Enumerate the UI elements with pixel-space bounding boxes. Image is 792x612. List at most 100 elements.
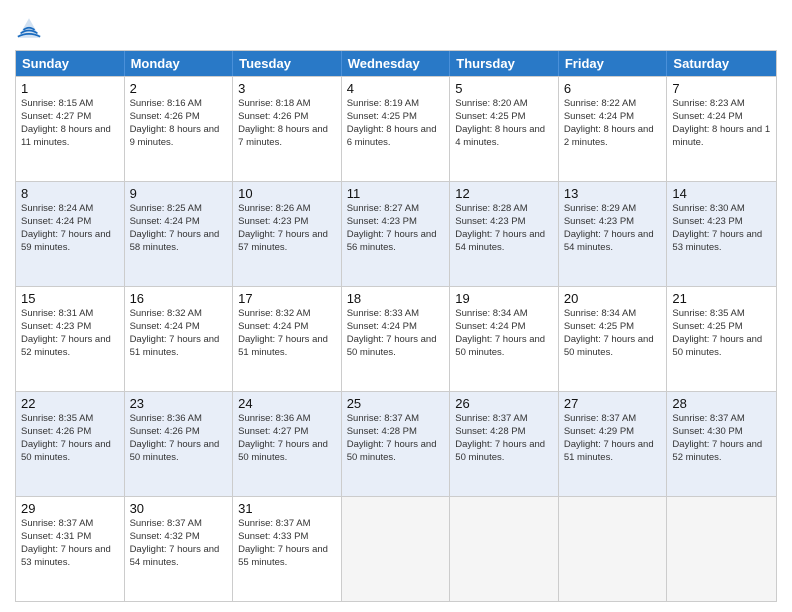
calendar-header: SundayMondayTuesdayWednesdayThursdayFrid… [16, 51, 776, 76]
daylight-label: Daylight: 7 hours and 50 minutes. [130, 439, 220, 463]
daylight-label: Daylight: 7 hours and 53 minutes. [21, 544, 111, 568]
sunrise-label: Sunrise: 8:30 AM [672, 203, 744, 214]
day-number: 29 [21, 500, 119, 518]
day-cell-23: 23Sunrise: 8:36 AM Sunset: 4:26 PM Dayligh… [125, 392, 234, 496]
sunset-label: Sunset: 4:24 PM [21, 216, 91, 227]
sunrise-label: Sunrise: 8:19 AM [347, 98, 419, 109]
day-number: 27 [564, 395, 662, 413]
day-number: 16 [130, 290, 228, 308]
header-day-friday: Friday [559, 51, 668, 76]
sunrise-label: Sunrise: 8:29 AM [564, 203, 636, 214]
daylight-label: Daylight: 8 hours and 6 minutes. [347, 124, 437, 148]
sunrise-label: Sunrise: 8:37 AM [238, 518, 310, 529]
sunset-label: Sunset: 4:24 PM [238, 321, 308, 332]
day-cell-27: 27Sunrise: 8:37 AMSunset: 4:29 PMDayligh… [559, 392, 668, 496]
day-number: 21 [672, 290, 771, 308]
calendar-week-1: 1Sunrise: 8:15 AMSunset: 4:27 PMDaylight… [16, 76, 776, 181]
day-cell-13: 13Sunrise: 8:29 AM Sunset: 4:23 PM Dayligh… [559, 182, 668, 286]
sunrise-label: Sunrise: 8:26 AM [238, 203, 310, 214]
sunset-label: Sunset: 4:23 PM [347, 216, 417, 227]
page-header [15, 10, 777, 42]
day-cell-16: 16Sunrise: 8:32 AMSunset: 4:24 PMDayligh… [125, 287, 234, 391]
sunrise-label: Sunrise: 8:37 AM [130, 518, 202, 529]
sunset-label: Sunset: 4:27 PM [238, 426, 308, 437]
sunset-label: Sunset: 4:25 PM [347, 111, 417, 122]
calendar-week-3: 15Sunrise: 8:31 AMSunset: 4:23 PMDayligh… [16, 286, 776, 391]
day-number: 3 [238, 80, 336, 98]
daylight-label: Daylight: 7 hours and 51 minutes. [130, 334, 220, 358]
calendar-body: 1Sunrise: 8:15 AMSunset: 4:27 PMDaylight… [16, 76, 776, 601]
sunset-label: Sunset: 4:26 PM [21, 426, 91, 437]
day-cell-21: 21Sunrise: 8:35 AMSunset: 4:25 PMDayligh… [667, 287, 776, 391]
header-day-saturday: Saturday [667, 51, 776, 76]
daylight-label: Daylight: 7 hours and 54 minutes. [564, 229, 654, 253]
sunrise-label: Sunrise: 8:24 AM [21, 203, 93, 214]
daylight-label: Daylight: 7 hours and 50 minutes. [347, 439, 437, 463]
sunrise-label: Sunrise: 8:35 AM [672, 308, 744, 319]
sunrise-label: Sunrise: 8:37 AM [455, 413, 527, 424]
daylight-label: Daylight: 8 hours and 2 minutes. [564, 124, 654, 148]
day-cell-19: 19Sunrise: 8:34 AMSunset: 4:24 PMDayligh… [450, 287, 559, 391]
day-number: 30 [130, 500, 228, 518]
day-cell-20: 20Sunrise: 8:34 AMSunset: 4:25 PMDayligh… [559, 287, 668, 391]
sunrise-label: Sunrise: 8:34 AM [564, 308, 636, 319]
day-number: 17 [238, 290, 336, 308]
logo-icon [15, 14, 43, 42]
sunrise-label: Sunrise: 8:23 AM [672, 98, 744, 109]
sunset-label: Sunset: 4:28 PM [455, 426, 525, 437]
calendar-page: SundayMondayTuesdayWednesdayThursdayFrid… [0, 0, 792, 612]
sunrise-label: Sunrise: 8:36 AM [130, 413, 202, 424]
day-cell-18: 18Sunrise: 8:33 AMSunset: 4:24 PMDayligh… [342, 287, 451, 391]
day-number: 28 [672, 395, 771, 413]
day-cell-1: 1Sunrise: 8:15 AMSunset: 4:27 PMDaylight… [16, 77, 125, 181]
day-number: 7 [672, 80, 771, 98]
sunset-label: Sunset: 4:29 PM [564, 426, 634, 437]
sunset-label: Sunset: 4:23 PM [455, 216, 525, 227]
day-cell-7: 7Sunrise: 8:23 AMSunset: 4:24 PMDaylight… [667, 77, 776, 181]
daylight-label: Daylight: 7 hours and 50 minutes. [347, 334, 437, 358]
sunrise-label: Sunrise: 8:35 AM [21, 413, 93, 424]
sunset-label: Sunset: 4:23 PM [564, 216, 634, 227]
day-number: 14 [672, 185, 771, 203]
sunset-label: Sunset: 4:31 PM [21, 531, 91, 542]
sunrise-label: Sunrise: 8:37 AM [21, 518, 93, 529]
day-number: 19 [455, 290, 553, 308]
day-cell-14: 14Sunrise: 8:30 AMSunset: 4:23 PMDayligh… [667, 182, 776, 286]
day-number: 6 [564, 80, 662, 98]
daylight-label: Daylight: 7 hours and 59 minutes. [21, 229, 111, 253]
day-cell-8: 8Sunrise: 8:24 AMSunset: 4:24 PMDaylight… [16, 182, 125, 286]
day-cell-9: 9Sunrise: 8:25 AMSunset: 4:24 PMDaylight… [125, 182, 234, 286]
day-number: 23 [130, 395, 228, 413]
calendar-week-2: 8Sunrise: 8:24 AMSunset: 4:24 PMDaylight… [16, 181, 776, 286]
sunset-label: Sunset: 4:23 PM [238, 216, 308, 227]
day-cell-24: 24Sunrise: 8:36 AMSunset: 4:27 PMDayligh… [233, 392, 342, 496]
sunset-label: Sunset: 4:24 PM [347, 321, 417, 332]
day-number: 5 [455, 80, 553, 98]
daylight-label: Daylight: 7 hours and 56 minutes. [347, 229, 437, 253]
day-number: 1 [21, 80, 119, 98]
day-cell-17: 17Sunrise: 8:32 AM Sunset: 4:24 PM Dayligh… [233, 287, 342, 391]
daylight-label: Daylight: 7 hours and 50 minutes. [238, 439, 328, 463]
sunset-label: Sunset: 4:23 PM [21, 321, 91, 332]
daylight-label: Daylight: 8 hours and 4 minutes. [455, 124, 545, 148]
sunrise-label: Sunrise: 8:32 AM [238, 308, 310, 319]
day-number: 11 [347, 185, 445, 203]
day-number: 13 [564, 185, 662, 203]
sunset-label: Sunset: 4:30 PM [672, 426, 742, 437]
empty-cell [559, 497, 668, 601]
daylight-label: Daylight: 7 hours and 54 minutes. [130, 544, 220, 568]
sunrise-label: Sunrise: 8:33 AM [347, 308, 419, 319]
header-day-tuesday: Tuesday [233, 51, 342, 76]
day-cell-26: 26Sunrise: 8:37 AMSunset: 4:28 PMDayligh… [450, 392, 559, 496]
daylight-label: Daylight: 7 hours and 51 minutes. [238, 334, 328, 358]
sunset-label: Sunset: 4:26 PM [130, 426, 200, 437]
sunset-label: Sunset: 4:27 PM [21, 111, 91, 122]
sunset-label: Sunset: 4:26 PM [130, 111, 200, 122]
daylight-label: Daylight: 8 hours and 1 minute. [672, 124, 770, 148]
day-number: 4 [347, 80, 445, 98]
day-cell-3: 3Sunrise: 8:18 AMSunset: 4:26 PMDaylight… [233, 77, 342, 181]
day-cell-31: 31Sunrise: 8:37 AMSunset: 4:33 PMDayligh… [233, 497, 342, 601]
day-cell-30: 30Sunrise: 8:37 AMSunset: 4:32 PMDayligh… [125, 497, 234, 601]
day-number: 2 [130, 80, 228, 98]
sunset-label: Sunset: 4:25 PM [455, 111, 525, 122]
